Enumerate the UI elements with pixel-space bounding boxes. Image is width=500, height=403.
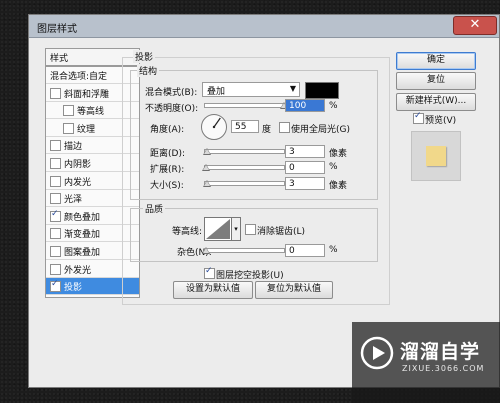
structure-title: 结构 (137, 64, 160, 77)
global-light-label: 使用全局光(G) (291, 125, 350, 135)
style-checkbox[interactable] (50, 175, 61, 187)
contour-picker[interactable] (204, 217, 232, 241)
angle-label: 角度(A): (150, 125, 185, 135)
global-light-checkbox[interactable] (279, 122, 290, 133)
contour-dropdown-button[interactable]: ▾ (231, 217, 241, 241)
knockout-label: 图层挖空投影(U) (216, 271, 284, 281)
knockout-checkbox[interactable] (204, 266, 215, 279)
ok-button[interactable]: 确定 (396, 52, 476, 70)
reset-default-button[interactable]: 复位为默认值 (255, 281, 333, 299)
style-checkbox[interactable] (50, 140, 61, 152)
spread-slider[interactable] (202, 164, 285, 171)
opacity-slider[interactable] (204, 102, 288, 109)
style-checkbox[interactable] (63, 105, 74, 117)
blend-mode-select[interactable]: 叠加 ▼ (202, 82, 300, 97)
style-list-label: 纹理 (77, 124, 96, 135)
angle-unit: 度 (262, 125, 272, 135)
watermark-brand: 溜溜自学 (400, 341, 481, 363)
opacity-label: 不透明度(O): (145, 104, 199, 114)
style-list-label: 渐变叠加 (64, 230, 101, 241)
noise-slider-thumb[interactable] (202, 247, 210, 254)
style-checkbox[interactable] (50, 158, 61, 169)
blend-mode-label: 混合模式(B): (145, 88, 198, 98)
size-unit: 像素 (329, 181, 348, 191)
window-title: 图层样式 (37, 24, 77, 35)
angle-input[interactable]: 55 (231, 120, 259, 133)
spread-unit: % (329, 162, 338, 172)
noise-input[interactable]: 0 (285, 244, 325, 257)
style-list-label: 图案叠加 (64, 248, 101, 258)
angle-dial[interactable] (200, 113, 228, 141)
distance-label: 距离(D): (150, 149, 185, 159)
style-list-label: 等高线 (77, 107, 105, 118)
blend-mode-value: 叠加 (207, 87, 226, 97)
distance-unit: 像素 (329, 149, 348, 159)
style-checkbox[interactable] (50, 228, 61, 240)
noise-unit: % (329, 245, 338, 255)
spread-input[interactable]: 0 (285, 161, 325, 174)
watermark: 溜溜自学 ZIXUE.3066.COM (352, 322, 500, 403)
quality-group (130, 208, 378, 262)
size-label: 大小(S): (150, 181, 184, 191)
chevron-down-icon: ▼ (289, 84, 296, 93)
style-checkbox[interactable] (50, 87, 61, 99)
style-checkbox[interactable] (63, 122, 74, 134)
antialias-checkbox[interactable] (245, 224, 256, 235)
size-input[interactable]: 3 (285, 177, 325, 190)
style-list-label: 内发光 (64, 177, 92, 188)
title-bar[interactable]: 图层样式 ✕ (29, 15, 499, 38)
make-default-button[interactable]: 设置为默认值 (173, 281, 253, 299)
style-list-label: 投影 (64, 283, 83, 294)
style-checkbox[interactable] (50, 246, 61, 257)
styles-header-label: 样式 (50, 54, 69, 64)
preview-swatch (426, 146, 446, 166)
noise-slider[interactable] (202, 247, 285, 254)
close-button[interactable]: ✕ (453, 16, 497, 35)
new-style-button[interactable]: 新建样式(W)... (396, 93, 476, 111)
opacity-input[interactable]: 100 (285, 99, 325, 112)
shadow-color-swatch[interactable] (305, 82, 339, 99)
quality-title: 品质 (143, 202, 166, 215)
reset-button[interactable]: 复位 (396, 72, 476, 90)
style-checkbox[interactable] (50, 279, 61, 293)
opacity-unit: % (329, 101, 338, 111)
chevron-down-icon: ▾ (234, 225, 238, 233)
style-list-label: 混合选项:自定 (50, 72, 108, 82)
style-checkbox[interactable] (50, 193, 61, 205)
style-checkbox[interactable] (50, 263, 61, 275)
distance-slider[interactable] (203, 148, 285, 155)
distance-slider-thumb[interactable] (203, 148, 211, 155)
style-list-label: 描边 (64, 142, 83, 153)
preview-thumbnail (411, 131, 461, 181)
style-list-label: 颜色叠加 (64, 212, 101, 223)
style-list-label: 斜面和浮雕 (64, 89, 110, 100)
contour-label: 等高线: (172, 227, 203, 237)
style-list-label: 光泽 (64, 195, 83, 206)
antialias-label: 消除锯齿(L) (257, 227, 306, 237)
style-checkbox[interactable] (50, 209, 61, 222)
style-list-label: 外发光 (64, 265, 92, 276)
drop-shadow-title: 投影 (133, 50, 156, 63)
distance-input[interactable]: 3 (285, 145, 325, 158)
preview-label: 预览(V) (425, 116, 457, 126)
size-slider[interactable] (203, 180, 285, 187)
preview-checkbox[interactable] (413, 111, 424, 124)
spread-slider-thumb[interactable] (202, 164, 210, 171)
play-logo-icon (360, 336, 394, 370)
spread-label: 扩展(R): (150, 165, 185, 175)
watermark-url: ZIXUE.3066.COM (402, 364, 485, 373)
style-list-label: 内阴影 (64, 160, 92, 170)
size-slider-thumb[interactable] (203, 180, 211, 187)
contour-curve-icon (206, 219, 230, 239)
